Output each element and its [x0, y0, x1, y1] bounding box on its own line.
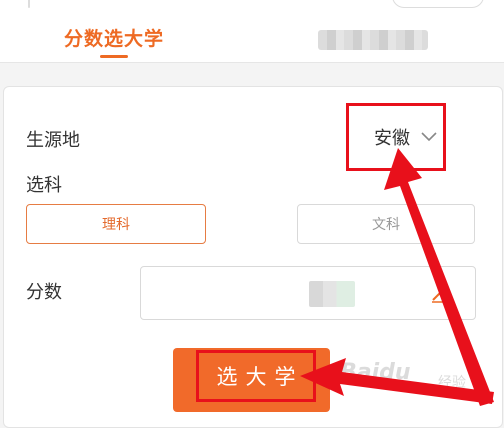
tab-blurred[interactable]: [318, 30, 428, 50]
score-label: 分数: [26, 282, 62, 303]
watermark-sub: 经验: [438, 375, 466, 391]
province-label: 生源地: [26, 130, 80, 151]
tab-active-indicator: [100, 55, 128, 58]
province-value: 安徽: [374, 128, 410, 149]
top-tab-bar: 分数选大学: [0, 0, 504, 63]
subject-option-science[interactable]: 理科: [26, 204, 206, 244]
chevron-down-icon: [421, 132, 437, 142]
subject-option-arts[interactable]: 文科: [297, 204, 475, 244]
tab-score-select-university[interactable]: 分数选大学: [64, 24, 164, 51]
score-value-blurred: [309, 281, 355, 307]
subject-label: 选科: [26, 175, 62, 196]
top-pill-left: [28, 0, 30, 8]
score-input[interactable]: [140, 266, 476, 320]
watermark-logo: Baidu: [340, 360, 411, 385]
top-pill-right[interactable]: [392, 0, 484, 8]
pencil-icon: [432, 290, 445, 303]
select-university-button-label[interactable]: 选大学: [196, 350, 316, 402]
province-select[interactable]: 安徽: [374, 124, 438, 150]
